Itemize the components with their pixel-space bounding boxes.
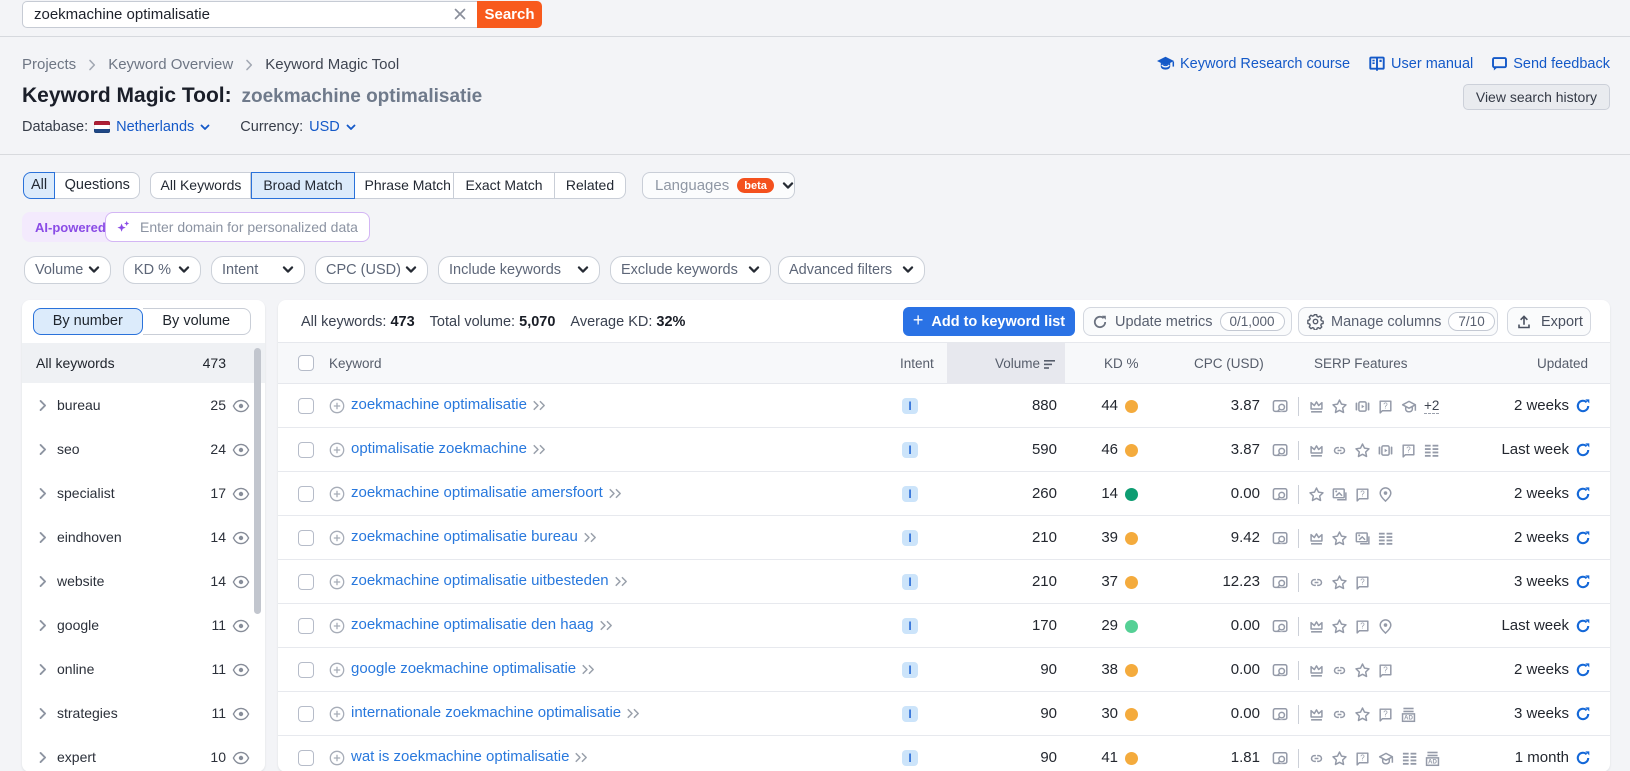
- svg-text:AD: AD: [1428, 758, 1437, 765]
- svg-text:?: ?: [1360, 753, 1365, 762]
- svg-text:?: ?: [1383, 401, 1388, 410]
- svg-text:?: ?: [1360, 621, 1365, 630]
- svg-text:?: ?: [1360, 489, 1365, 498]
- svg-text:?: ?: [1383, 665, 1388, 674]
- svg-text:?: ?: [1406, 445, 1411, 454]
- svg-text:?: ?: [1360, 577, 1365, 586]
- svg-text:AD: AD: [1404, 714, 1413, 721]
- svg-text:?: ?: [1383, 709, 1388, 718]
